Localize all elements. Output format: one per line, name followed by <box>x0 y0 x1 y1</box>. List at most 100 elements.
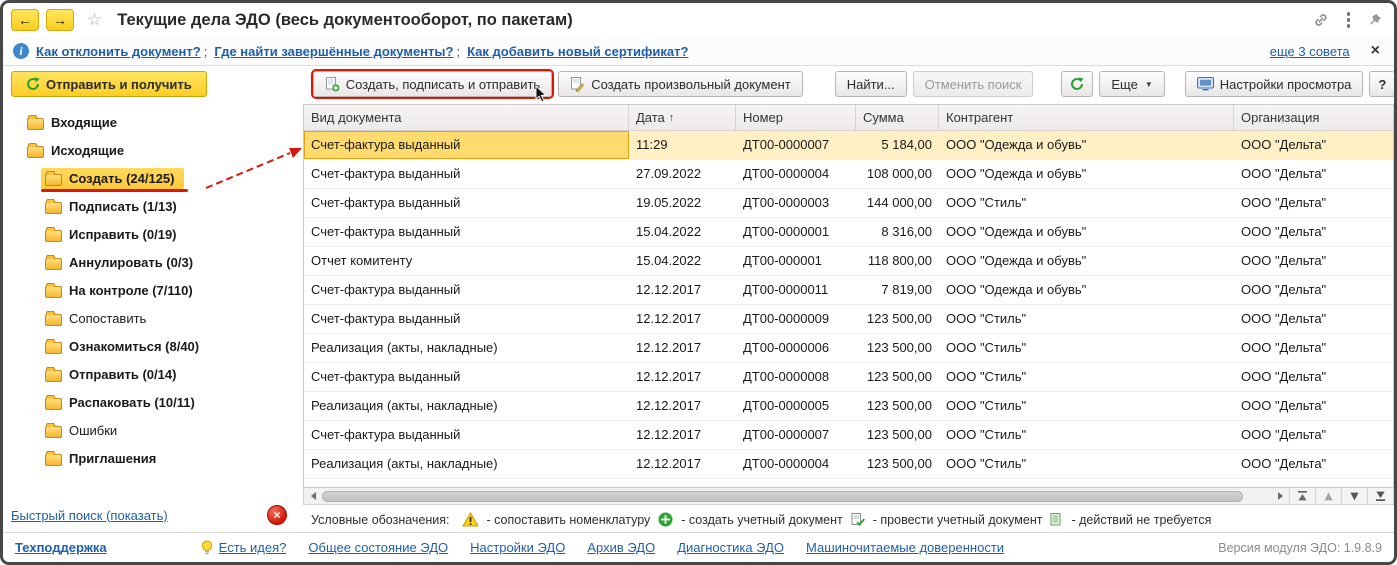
folder-tree: Входящие Исходящие Создать (24/125) Подписа… <box>3 108 303 500</box>
scroll-right-button[interactable] <box>1272 488 1289 504</box>
cell-sum: 123 500,00 <box>866 456 932 471</box>
sidebar-item-outgoing[interactable]: Исходящие <box>3 136 303 164</box>
cell-number: ДТ00-0000009 <box>743 311 830 326</box>
sidebar-item-annul[interactable]: Аннулировать (0/3) <box>3 248 303 276</box>
documents-table: Вид документа Дата ↑ Номер Сумма Контраге… <box>303 104 1394 488</box>
edo-settings-link[interactable]: Настройки ЭДО <box>470 540 565 555</box>
cell-number: ДТ00-0000005 <box>743 398 830 413</box>
table-row[interactable]: Отчет комитенту 15.04.2022 ДТ00-000001 118 … <box>304 247 1393 276</box>
cell-date: 19.05.2022 <box>636 195 702 210</box>
scroll-left-button[interactable] <box>304 488 321 504</box>
sidebar-item-send[interactable]: Отправить (0/14) <box>3 360 303 388</box>
more-actions-label: Еще <box>1111 76 1138 92</box>
table-row[interactable]: Счет-фактура выданный 15.04.2022 ДТ00-0000… <box>304 218 1393 247</box>
forward-arrow-icon: → <box>53 12 67 28</box>
cell-sum: 123 500,00 <box>866 369 932 384</box>
forward-button[interactable]: → <box>46 9 74 31</box>
sidebar-item-label: Аннулировать (0/3) <box>69 254 194 270</box>
go-down-button[interactable] <box>1341 488 1367 504</box>
cell-doc-type: Счет-фактура выданный <box>311 224 461 239</box>
cell-counterparty: ООО "Стиль" <box>946 340 1027 355</box>
back-button[interactable]: ← <box>11 9 39 31</box>
table-row[interactable]: Счет-фактура выданный 12.12.2017 ДТ00-0000… <box>304 363 1393 392</box>
table-row[interactable]: Счет-фактура выданный 12.12.2017 ДТ00-0000… <box>304 276 1393 305</box>
sidebar-item-on-control[interactable]: На контроле (7/110) <box>3 276 303 304</box>
go-up-button[interactable] <box>1315 488 1341 504</box>
cell-doc-type: Счет-фактура выданный <box>311 282 461 297</box>
quick-search-link[interactable]: Быстрый поиск (показать) <box>11 508 168 523</box>
folder-icon <box>45 170 62 186</box>
document-plus-icon <box>325 76 340 92</box>
edo-state-link[interactable]: Общее состояние ЭДО <box>308 540 448 555</box>
create-sign-send-button[interactable]: Создать, подписать и отправить <box>312 71 553 103</box>
find-button[interactable]: Найти... <box>834 71 907 97</box>
column-header-number[interactable]: Номер <box>736 105 856 130</box>
pin-icon[interactable] <box>1368 13 1382 28</box>
table-row[interactable]: Реализация (акты, накладные) 12.12.2017 ДТ… <box>304 450 1393 479</box>
go-last-button[interactable] <box>1367 488 1393 504</box>
close-tips-icon[interactable]: × <box>1371 43 1380 59</box>
close-icon: × <box>273 508 281 522</box>
column-header-date[interactable]: Дата ↑ <box>629 105 736 130</box>
cancel-search-button[interactable]: Отменить поиск <box>912 71 1034 97</box>
sidebar-item-create[interactable]: Создать (24/125) <box>3 164 303 192</box>
cell-sum: 5 184,00 <box>881 137 932 152</box>
column-header-counterparty[interactable]: Контрагент <box>939 105 1234 130</box>
cell-counterparty: ООО "Одежда и обувь" <box>946 224 1087 239</box>
table-row[interactable]: Реализация (акты, накладные) 12.12.2017 ДТ… <box>304 334 1393 363</box>
cell-organization: ООО "Дельта" <box>1241 369 1327 384</box>
horizontal-scrollbar[interactable] <box>303 488 1394 505</box>
help-link-certificate[interactable]: Как добавить новый сертификат? <box>467 44 688 59</box>
sidebar-item-fix[interactable]: Исправить (0/19) <box>3 220 303 248</box>
support-link[interactable]: Техподдержка <box>15 540 107 555</box>
edo-diagnostics-link[interactable]: Диагностика ЭДО <box>677 540 784 555</box>
refresh-list-button[interactable] <box>1061 71 1094 97</box>
machine-readable-poa-link[interactable]: Машиночитаемые доверенности <box>806 540 1004 555</box>
sidebar-item-unpack[interactable]: Распаковать (10/11) <box>3 388 303 416</box>
cell-counterparty: ООО "Стиль" <box>946 369 1027 384</box>
idea-block: Есть идея? <box>201 540 287 556</box>
sidebar-item-invitations[interactable]: Приглашения <box>3 444 303 472</box>
get-link-icon[interactable] <box>1313 12 1329 28</box>
help-link-decline[interactable]: Как отклонить документ? <box>36 44 201 59</box>
column-header-organization[interactable]: Организация <box>1234 105 1393 130</box>
favorite-star-icon[interactable]: ☆ <box>87 10 102 30</box>
table-row[interactable]: Счет-фактура выданный 27.09.2022 ДТ00-0000… <box>304 160 1393 189</box>
column-header-sum[interactable]: Сумма <box>856 105 939 130</box>
go-first-button[interactable] <box>1289 488 1315 504</box>
refresh-icon <box>1070 77 1084 91</box>
cell-organization: ООО "Дельта" <box>1241 137 1327 152</box>
sidebar-item-incoming[interactable]: Входящие <box>3 108 303 136</box>
scrollbar-track[interactable] <box>321 488 1272 504</box>
cell-date: 12.12.2017 <box>636 340 702 355</box>
sidebar-item-match[interactable]: Сопоставить <box>3 304 303 332</box>
table-row[interactable]: Счет-фактура выданный 11:29 ДТ00-0000007 5 … <box>304 131 1393 160</box>
table-row[interactable]: Реализация (акты, накладные) 12.12.2017 ДТ… <box>304 392 1393 421</box>
sidebar-item-sign[interactable]: Подписать (1/13) <box>3 192 303 220</box>
sidebar-item-review[interactable]: Ознакомиться (8/40) <box>3 332 303 360</box>
table-row[interactable]: Счет-фактура выданный 12.12.2017 ДТ00-0000… <box>304 305 1393 334</box>
idea-link[interactable]: Есть идея? <box>219 540 287 555</box>
column-header-doc-type[interactable]: Вид документа <box>304 105 629 130</box>
more-tips-link[interactable]: еще 3 совета <box>1270 44 1350 59</box>
cell-organization: ООО "Дельта" <box>1241 282 1327 297</box>
view-settings-button[interactable]: Настройки просмотра <box>1184 71 1364 97</box>
more-actions-button[interactable]: Еще ▼ <box>1099 71 1165 97</box>
send-receive-button[interactable]: Отправить и получить <box>11 71 207 97</box>
clear-search-button[interactable]: × <box>267 505 287 525</box>
cell-date: 12.12.2017 <box>636 369 702 384</box>
help-link-completed[interactable]: Где найти завершённые документы? <box>214 44 453 59</box>
plus-circle-icon <box>658 512 673 527</box>
create-arbitrary-button[interactable]: Создать произвольный документ <box>558 71 803 97</box>
sync-icon <box>26 77 40 91</box>
table-row[interactable]: Счет-фактура выданный 12.12.2017 ДТ00-0000… <box>304 421 1393 450</box>
sidebar-item-errors[interactable]: Ошибки <box>3 416 303 444</box>
edo-archive-link[interactable]: Архив ЭДО <box>587 540 655 555</box>
cell-counterparty: ООО "Одежда и обувь" <box>946 282 1087 297</box>
more-menu-icon[interactable] <box>1345 10 1353 30</box>
scrollbar-thumb[interactable] <box>322 490 1243 502</box>
table-row[interactable]: Счет-фактура выданный 19.05.2022 ДТ00-0000… <box>304 189 1393 218</box>
cell-number: ДТ00-000001 <box>743 253 822 268</box>
help-button[interactable]: ? <box>1369 71 1394 97</box>
cell-number: ДТ00-0000007 <box>743 137 830 152</box>
